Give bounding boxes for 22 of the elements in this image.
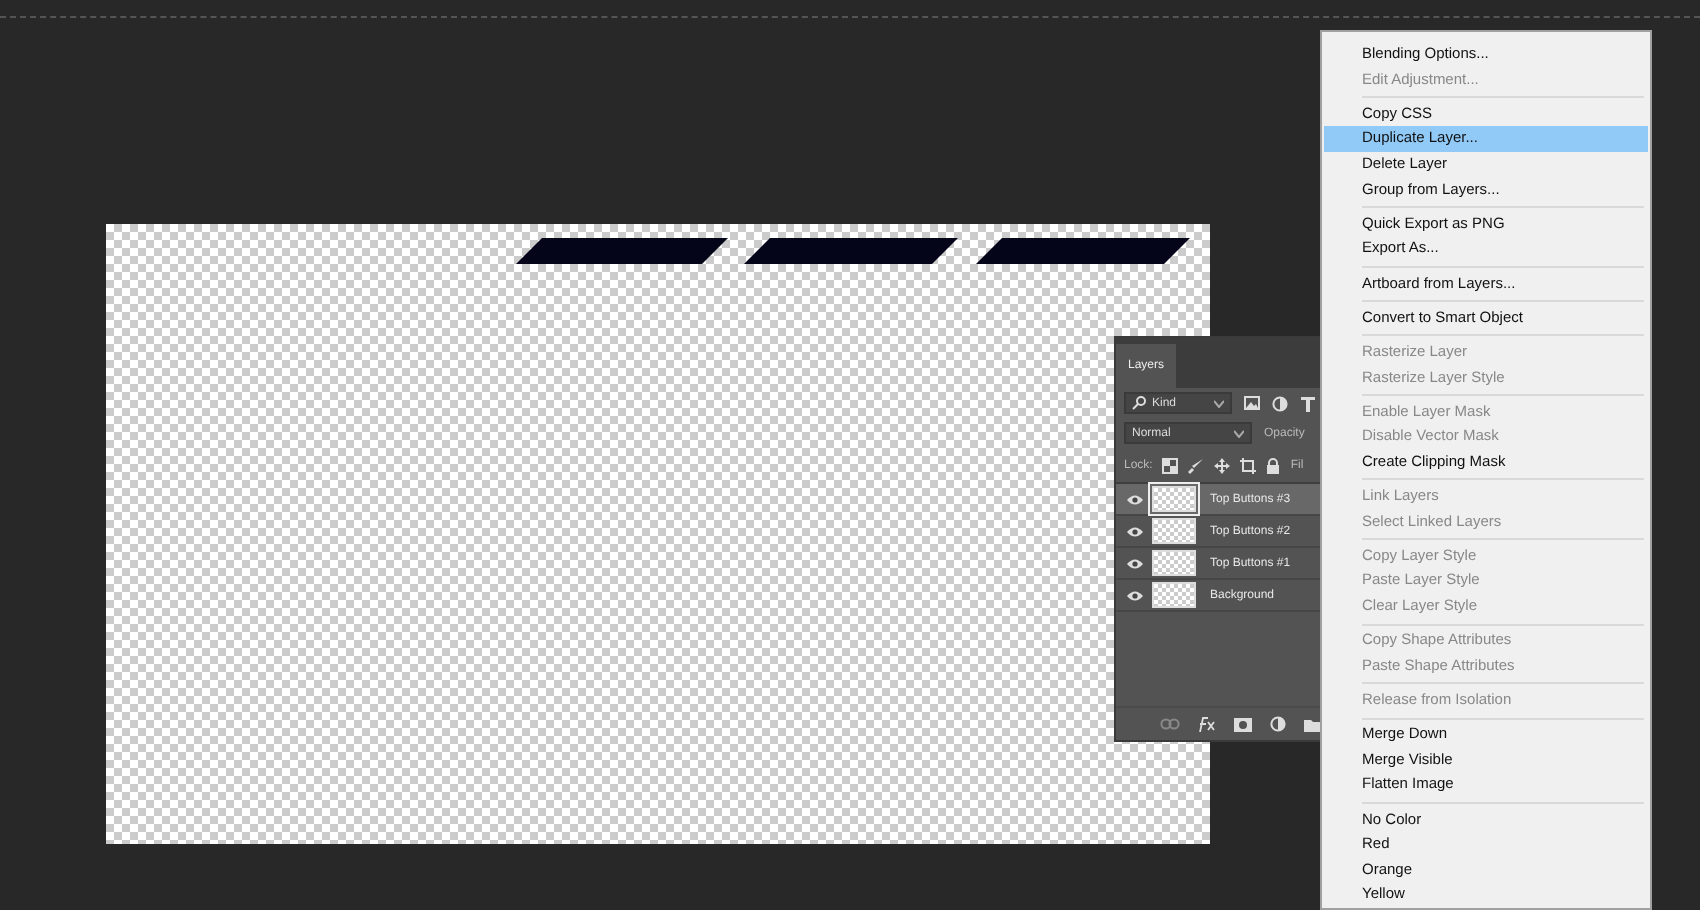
caret-icon bbox=[1234, 429, 1244, 437]
half-circle-icon[interactable] bbox=[1272, 395, 1288, 411]
layer-thumbnail bbox=[1152, 550, 1196, 576]
layer-thumbnail bbox=[1152, 486, 1196, 512]
layer-thumbnail bbox=[1152, 518, 1196, 544]
half-circle-icon[interactable] bbox=[1270, 716, 1286, 732]
eye-icon[interactable] bbox=[1126, 589, 1144, 601]
lock-icon[interactable] bbox=[1266, 457, 1281, 473]
text-icon[interactable] bbox=[1300, 395, 1316, 411]
move-icon[interactable] bbox=[1214, 457, 1231, 473]
search-icon bbox=[1132, 396, 1146, 410]
crop-frame-icon[interactable] bbox=[1240, 457, 1257, 473]
eye-icon[interactable] bbox=[1126, 557, 1144, 569]
brush-icon[interactable] bbox=[1188, 457, 1205, 473]
caret-icon bbox=[1214, 399, 1224, 407]
eye-icon[interactable] bbox=[1126, 525, 1144, 537]
fx-icon[interactable] bbox=[1198, 716, 1216, 732]
eye-icon[interactable] bbox=[1126, 493, 1144, 505]
checker-icon[interactable] bbox=[1162, 457, 1179, 473]
image-icon[interactable] bbox=[1244, 396, 1260, 410]
mask-icon[interactable] bbox=[1234, 717, 1252, 731]
layer-thumbnail bbox=[1152, 582, 1196, 608]
